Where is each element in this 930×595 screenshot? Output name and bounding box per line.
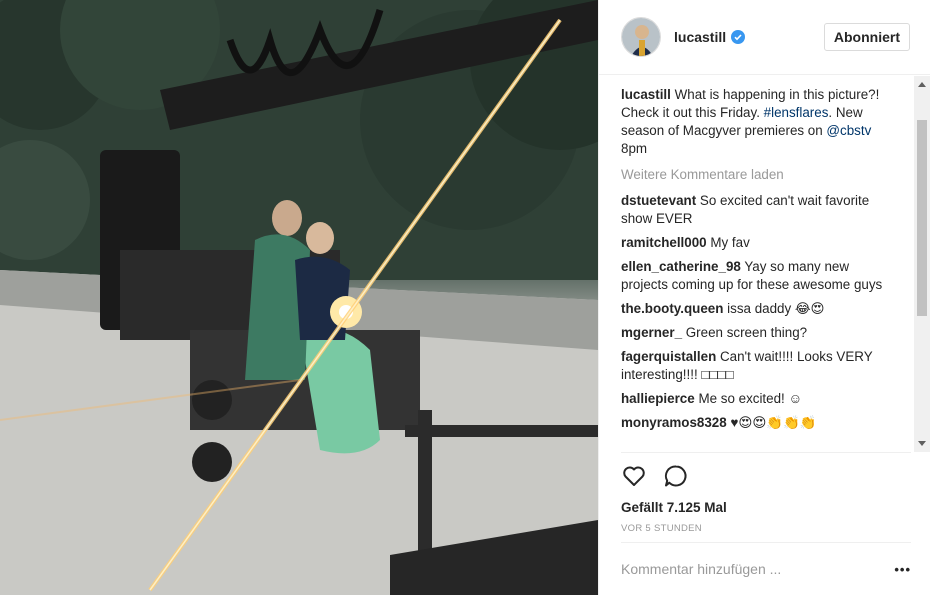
post-header: lucastill Abonniert — [599, 0, 930, 75]
comment-item: fagerquistallen Can't wait!!!! Looks VER… — [621, 348, 891, 384]
comment-username[interactable]: mgerner_ — [621, 325, 682, 340]
comment-item: monyramos8328 ♥😍😍👏👏👏 — [621, 414, 891, 432]
comment-item: halliepierce Me so excited! ☺ — [621, 390, 891, 408]
avatar-image — [622, 18, 660, 56]
comment-bubble-icon[interactable] — [663, 463, 689, 489]
comment-item: mgerner_ Green screen thing? — [621, 324, 891, 342]
heart-icon[interactable] — [621, 463, 647, 489]
comment-item: ramitchell000 My fav — [621, 234, 891, 252]
comment-text: My fav — [710, 235, 750, 250]
scroll-down-icon[interactable] — [918, 441, 926, 446]
comment-username[interactable]: halliepierce — [621, 391, 695, 406]
comment-item: dstuetevant So excited can't wait favori… — [621, 192, 891, 228]
header-username[interactable]: lucastill — [674, 29, 726, 45]
comment-username[interactable]: monyramos8328 — [621, 415, 727, 430]
comment-item: ellen_catherine_98 Yay so many new proje… — [621, 258, 891, 294]
scroll-up-icon[interactable] — [918, 82, 926, 87]
comment-username[interactable]: fagerquistallen — [621, 349, 716, 364]
comment-item: the.booty.queen issa daddy 😂😍 — [621, 300, 891, 318]
post-sidebar: lucastill Abonniert lucastill What is ha… — [598, 0, 930, 595]
caption-username[interactable]: lucastill — [621, 87, 671, 102]
comment-username[interactable]: ramitchell000 — [621, 235, 707, 250]
comments-scrollbar[interactable] — [914, 76, 930, 452]
photo-scene — [0, 0, 598, 595]
caption-mention[interactable]: @cbstv — [826, 123, 871, 138]
comment-list: lucastill What is happening in this pict… — [621, 86, 891, 450]
add-comment-bar: ••• — [621, 542, 911, 595]
like-count[interactable]: Gefällt 7.125 Mal — [621, 500, 911, 515]
load-more-comments[interactable]: Weitere Kommentare laden — [621, 166, 891, 184]
comment-username[interactable]: ellen_catherine_98 — [621, 259, 741, 274]
avatar[interactable] — [621, 17, 661, 57]
comment-text: ♥😍😍👏👏👏 — [730, 415, 817, 430]
action-icons — [621, 453, 911, 489]
verified-badge-icon — [731, 30, 746, 44]
following-button[interactable]: Abonniert — [823, 23, 910, 51]
caption-hashtag[interactable]: #lensflares — [764, 105, 829, 120]
scroll-thumb[interactable] — [917, 120, 927, 316]
comment-text: Me so excited! ☺ — [698, 391, 803, 406]
caption-text-3: 8pm — [621, 141, 648, 156]
comment-input[interactable] — [621, 561, 871, 577]
instagram-post: lucastill Abonniert lucastill What is ha… — [0, 0, 930, 595]
post-timestamp[interactable]: VOR 5 STUNDEN — [621, 523, 911, 534]
comment-text: issa daddy 😂😍 — [727, 301, 825, 316]
post-caption: lucastill What is happening in this pict… — [621, 86, 891, 158]
post-photo[interactable] — [0, 0, 598, 595]
more-options-icon[interactable]: ••• — [894, 562, 911, 577]
comment-username[interactable]: the.booty.queen — [621, 301, 723, 316]
comment-username[interactable]: dstuetevant — [621, 193, 696, 208]
comment-text: Green screen thing? — [685, 325, 808, 340]
